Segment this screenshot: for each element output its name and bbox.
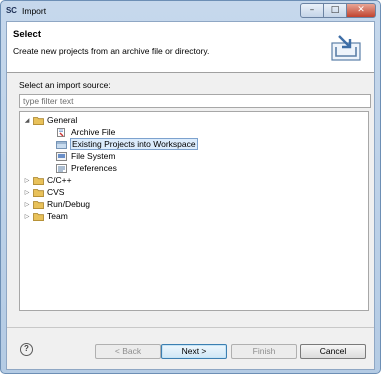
tree-item-run-debug[interactable]: ▷ Run/Debug (23, 199, 223, 210)
back-button[interactable]: < Back (95, 344, 161, 359)
tree-item-label: Existing Projects into Workspace (70, 138, 198, 150)
window-title: Import (22, 6, 47, 16)
maximize-button[interactable]: □ (323, 3, 347, 18)
tree-item-file-system[interactable]: File System (56, 151, 256, 162)
tree-item-label: General (47, 115, 78, 125)
tree-item-label: Run/Debug (47, 199, 91, 209)
next-button[interactable]: Next > (161, 344, 227, 359)
folder-icon (33, 189, 44, 197)
finish-button[interactable]: Finish (231, 344, 297, 359)
tree-item-preferences[interactable]: Preferences (56, 163, 256, 174)
tree-item-label: Preferences (71, 163, 117, 173)
file-system-icon (56, 152, 67, 161)
tree-item-cvs[interactable]: ▷ CVS (23, 187, 223, 198)
import-dialog-window: SC Import – □ ✕ Select Create new projec… (0, 0, 381, 374)
tree-item-team[interactable]: ▷ Team (23, 211, 223, 222)
tree-item-label: CVS (47, 187, 65, 197)
dialog-client-area: Select Create new projects from an archi… (6, 21, 375, 370)
project-icon (56, 141, 67, 149)
expand-toggle-icon[interactable]: ▷ (23, 211, 31, 222)
title-bar[interactable]: SC Import – □ ✕ (1, 1, 380, 21)
help-button[interactable]: ? (20, 343, 33, 356)
footer-divider (7, 327, 374, 328)
tree-item-label: File System (71, 151, 116, 161)
folder-icon (33, 177, 44, 185)
import-source-label: Select an import source: (19, 80, 111, 90)
folder-icon (33, 213, 44, 221)
preferences-icon (56, 164, 67, 173)
tree-item-label: Archive File (71, 127, 116, 137)
expand-toggle-icon[interactable]: ▷ (23, 187, 31, 198)
import-wizard-icon (331, 35, 361, 61)
tree-item-c-cpp[interactable]: ▷ C/C++ (23, 175, 223, 186)
tree-item-archive-file[interactable]: Archive File (56, 127, 256, 138)
page-description: Create new projects from an archive file… (13, 46, 210, 56)
import-source-tree[interactable]: ◢ General Archive File Existing Projects… (19, 111, 369, 311)
close-button[interactable]: ✕ (346, 3, 376, 18)
tree-item-label: Team (47, 211, 68, 221)
expand-toggle-icon[interactable]: ◢ (23, 115, 31, 126)
tree-item-label: C/C++ (47, 175, 72, 185)
expand-toggle-icon[interactable]: ▷ (23, 175, 31, 186)
folder-icon (33, 201, 44, 209)
archive-file-icon (57, 128, 65, 137)
wizard-banner: Select Create new projects from an archi… (7, 22, 374, 73)
tree-item-general[interactable]: ◢ General (23, 115, 223, 126)
minimize-button[interactable]: – (300, 3, 324, 18)
page-title: Select (13, 29, 41, 40)
filter-input[interactable] (19, 94, 371, 108)
app-icon: SC (6, 6, 17, 15)
folder-icon (33, 117, 44, 125)
tree-item-existing-projects[interactable]: Existing Projects into Workspace (56, 138, 256, 150)
expand-toggle-icon[interactable]: ▷ (23, 199, 31, 210)
cancel-button[interactable]: Cancel (300, 344, 366, 359)
